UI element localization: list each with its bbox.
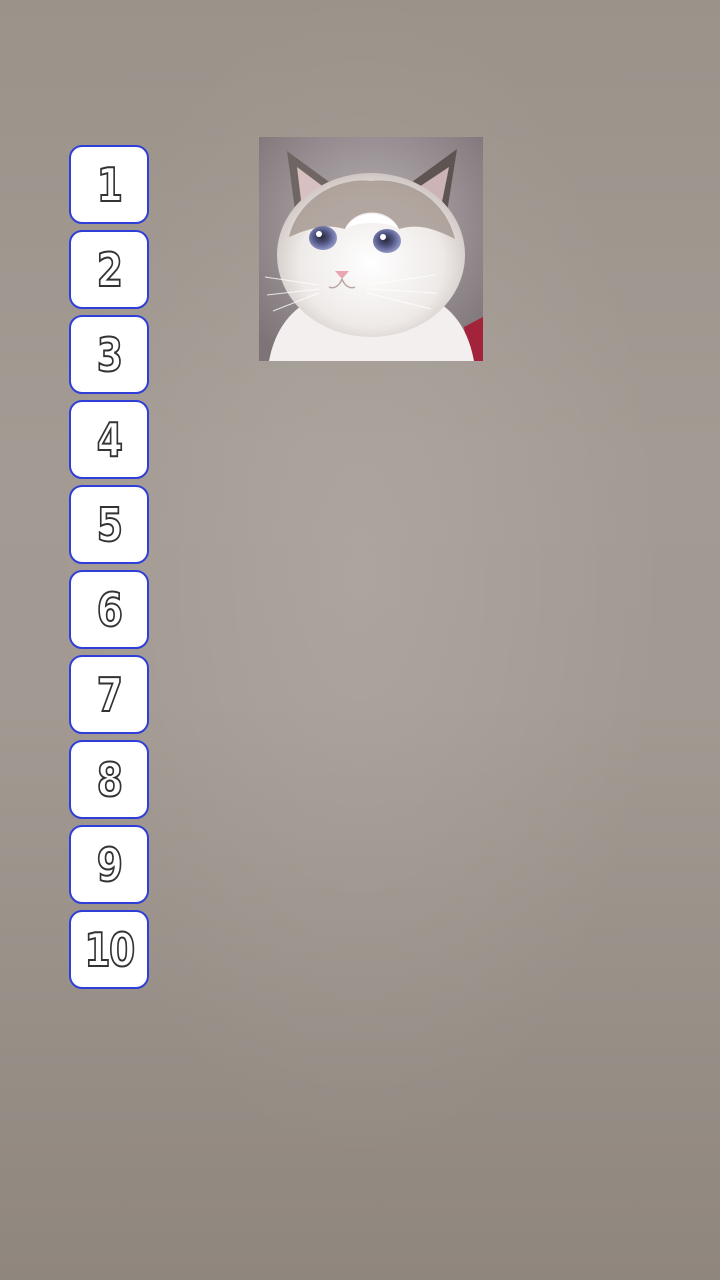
level-button-5[interactable]: 5 — [69, 485, 149, 564]
level-button-4[interactable]: 4 — [69, 400, 149, 479]
cat-photo[interactable] — [259, 137, 483, 361]
level-button-3[interactable]: 3 — [69, 315, 149, 394]
game-screen: 1 2 3 4 5 6 7 8 9 10 — [0, 0, 720, 1280]
level-button-7[interactable]: 7 — [69, 655, 149, 734]
level-button-6[interactable]: 6 — [69, 570, 149, 649]
level-number: 4 — [96, 412, 124, 467]
level-button-8[interactable]: 8 — [69, 740, 149, 819]
level-number: 5 — [96, 497, 124, 552]
level-button-1[interactable]: 1 — [69, 145, 149, 224]
level-number: 9 — [96, 837, 124, 892]
level-button-9[interactable]: 9 — [69, 825, 149, 904]
level-number: 7 — [96, 667, 124, 722]
level-number: 1 — [96, 157, 124, 212]
level-number: 3 — [96, 327, 124, 382]
level-button-2[interactable]: 2 — [69, 230, 149, 309]
level-number: 10 — [84, 922, 136, 977]
level-number: 2 — [96, 242, 124, 297]
cat-illustration — [259, 137, 483, 361]
level-number: 8 — [96, 752, 124, 807]
level-number: 6 — [96, 582, 124, 637]
level-button-10[interactable]: 10 — [69, 910, 149, 989]
